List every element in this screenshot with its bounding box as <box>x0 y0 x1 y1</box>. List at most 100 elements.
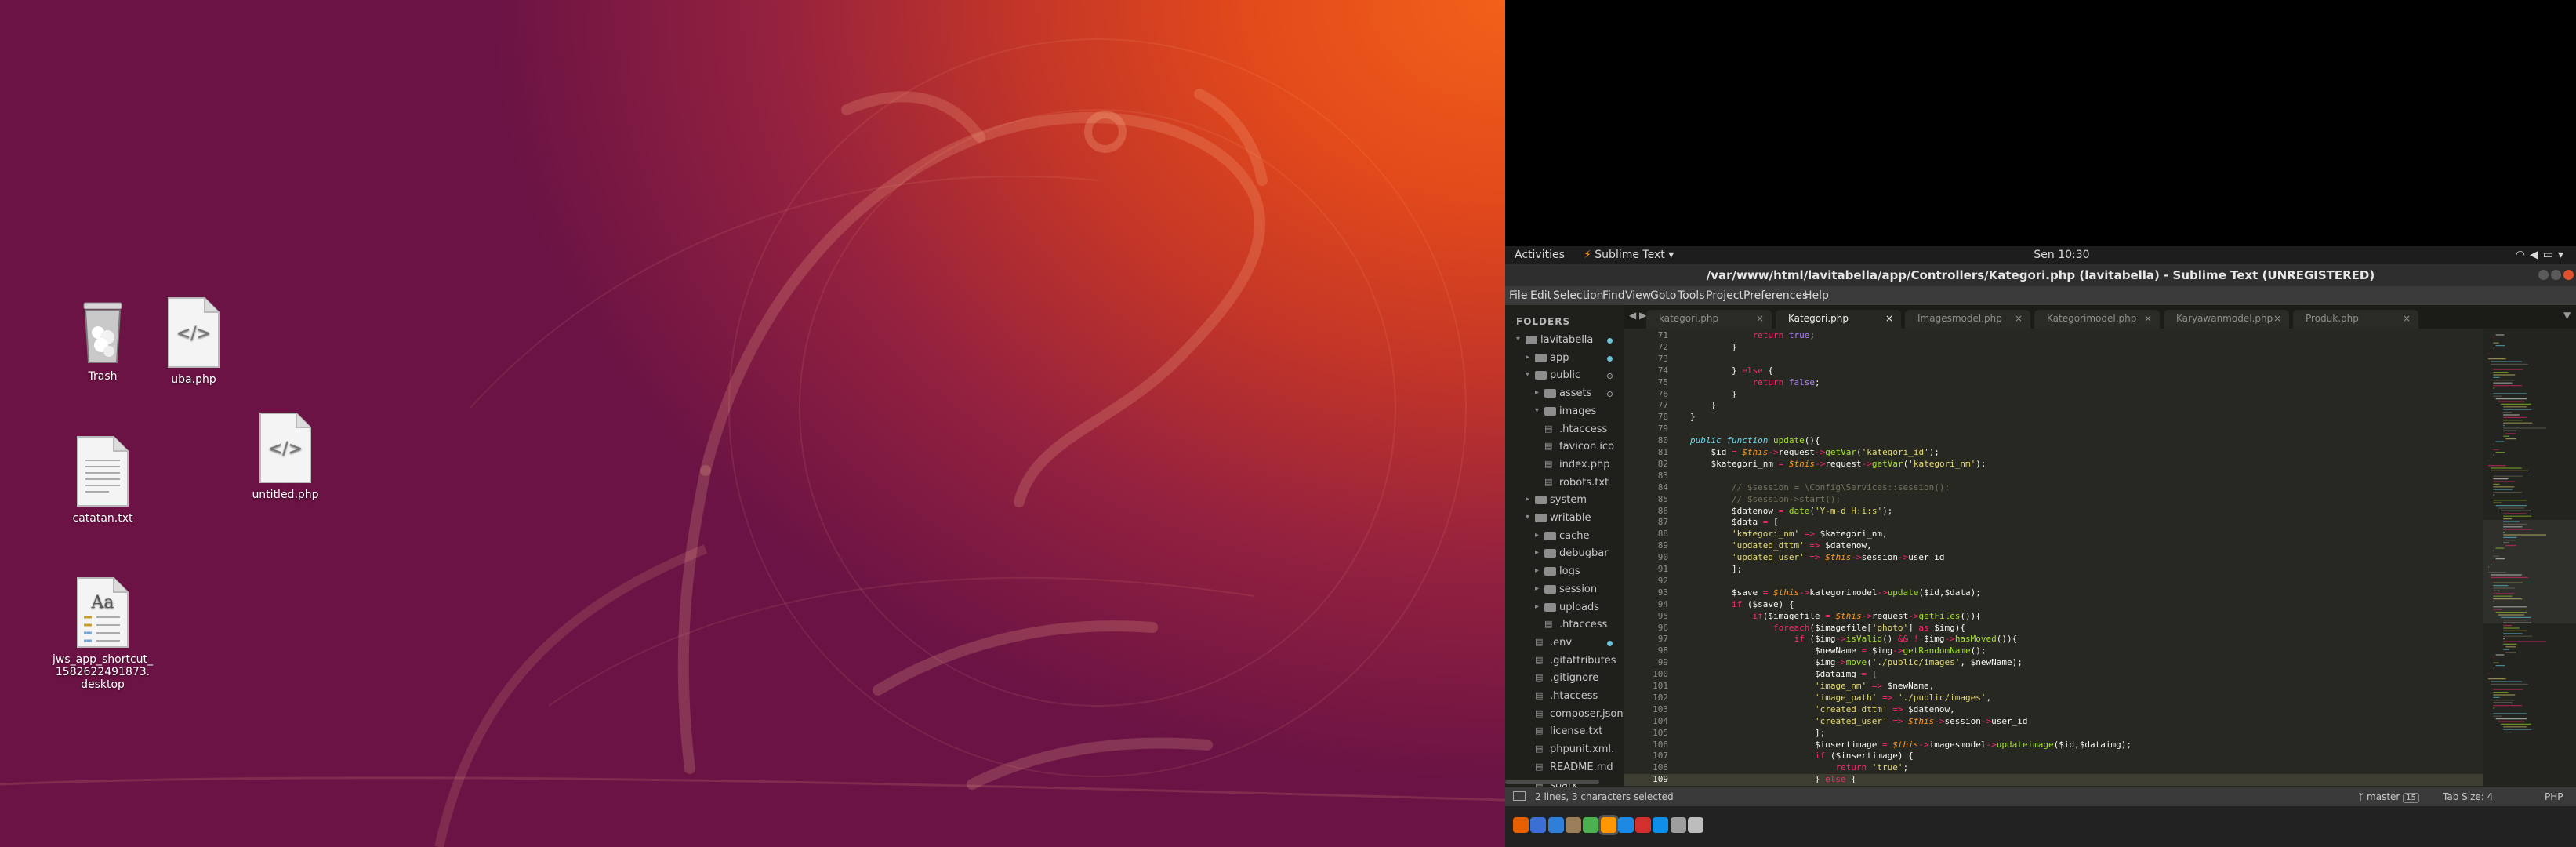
code-line[interactable]: // $session = \Config\Services::session(… <box>1690 482 1950 493</box>
sidebar-folder[interactable]: ▸ logs <box>1505 563 1624 580</box>
desktop-icon-uba-php[interactable]: </> uba.php <box>135 296 252 386</box>
code-line[interactable]: 'image_path' => './public/images', <box>1690 693 1991 703</box>
menu-file[interactable]: File <box>1509 289 1527 302</box>
sidebar-file[interactable]: ▤ README.md <box>1505 759 1624 776</box>
chevron-right-icon[interactable]: ▸ <box>1526 495 1529 503</box>
system-tray[interactable]: ◠◀▭▾ <box>2516 249 2568 261</box>
close-icon[interactable]: × <box>2403 313 2411 324</box>
close-icon[interactable]: × <box>1756 313 1764 324</box>
menu-selection[interactable]: Selection <box>1553 289 1604 302</box>
tab-file[interactable]: kategori.php × <box>1646 310 1772 329</box>
minimap[interactable] <box>2483 329 2576 787</box>
close-icon[interactable]: × <box>2015 313 2023 324</box>
code-line[interactable]: if ($img->isValid() && ! $img->hasMoved(… <box>1690 634 2017 644</box>
desktop-icon-untitled-php[interactable]: </> untitled.php <box>227 412 344 501</box>
code-line[interactable]: ]; <box>1690 728 1825 738</box>
code-line[interactable]: $newName = $img->getRandomName(); <box>1690 645 1986 656</box>
sidebar-file[interactable]: ▤ license.txt <box>1505 723 1624 740</box>
folder-icon[interactable] <box>1565 817 1581 833</box>
clock[interactable]: Sen 10:30 <box>2015 249 2109 261</box>
chevron-down-icon[interactable]: ▼ <box>2563 310 2571 321</box>
menu-goto[interactable]: Goto <box>1650 289 1676 302</box>
firefox-icon[interactable] <box>1513 817 1529 833</box>
code-line[interactable]: } <box>1690 342 1737 352</box>
app-menu-button[interactable]: ⚡ Sublime Text ▾ <box>1584 249 1674 261</box>
chevron-right-icon[interactable]: ▸ <box>1535 388 1539 397</box>
activities-button[interactable]: Activities <box>1515 249 1565 261</box>
sidebar-folder[interactable]: ▾ public <box>1505 367 1624 384</box>
minimize-button[interactable] <box>2538 270 2549 280</box>
sidebar-folder[interactable]: ▸ session <box>1505 581 1624 598</box>
menu-find[interactable]: Find <box>1602 289 1625 302</box>
sidebar-file[interactable]: ▤ phpunit.xml. <box>1505 741 1624 758</box>
chevron-down-icon[interactable]: ▾ <box>1535 406 1539 415</box>
chevron-right-icon[interactable]: ▸ <box>1535 602 1539 611</box>
sidebar-file[interactable]: ▤ composer.json <box>1505 706 1624 723</box>
close-button[interactable] <box>2563 270 2574 280</box>
code-line[interactable]: if ($save) { <box>1690 599 1794 609</box>
menu-edit[interactable]: Edit <box>1530 289 1551 302</box>
code-line[interactable]: } <box>1690 400 1716 410</box>
filezilla-icon[interactable] <box>1635 817 1652 833</box>
chevron-down-icon[interactable]: ▾ <box>1526 370 1529 379</box>
chevron-right-icon[interactable]: ▸ <box>1535 566 1539 575</box>
sidebar-file[interactable]: ▤ robots.txt <box>1505 474 1624 492</box>
code-line[interactable]: ]; <box>1690 564 1742 574</box>
window-titlebar[interactable]: /var/www/html/lavitabella/app/Controller… <box>1505 264 2576 286</box>
code-line[interactable]: $insertimage = $this->imagesmodel->updat… <box>1690 740 2132 750</box>
code-line[interactable]: $dataimg = [ <box>1690 669 1877 679</box>
close-icon[interactable]: × <box>1885 313 1893 324</box>
code-line[interactable]: $datenow = date('Y-m-d H:i:s'); <box>1690 506 1892 516</box>
sublime-text-icon[interactable] <box>1600 817 1616 833</box>
code-editor[interactable]: 71 return true; 72 } 73 74 } else {75 retur… <box>1624 329 2576 787</box>
sidebar-folder[interactable]: ▸ cache <box>1505 528 1624 545</box>
code-line[interactable]: } else { <box>1690 365 1773 376</box>
chevron-right-icon[interactable]: ▸ <box>1535 584 1539 593</box>
sidebar-folder[interactable]: ▸ uploads <box>1505 599 1624 616</box>
code-line[interactable]: 'created_user' => $this->session->user_i… <box>1690 716 2028 726</box>
code-line[interactable]: 'updated_dttm' => $datenow, <box>1690 540 1872 551</box>
sidebar-file[interactable]: ▤ .htaccess <box>1505 688 1624 705</box>
code-line[interactable]: } <box>1690 389 1737 399</box>
desktop-icon-catatan-txt[interactable]: catatan.txt <box>44 435 161 525</box>
code-line[interactable]: $id = $this->request->getVar('kategori_i… <box>1690 447 1939 457</box>
close-icon[interactable]: × <box>2144 313 2152 324</box>
code-line[interactable]: $data = [ <box>1690 517 1779 527</box>
code-line[interactable]: 'created_dttm' => $datenow, <box>1690 704 1955 714</box>
code-line[interactable]: 'kategori_nm' => $kategori_nm, <box>1690 529 1888 539</box>
code-line[interactable]: if($imagefile = $this->request->getFiles… <box>1690 611 1980 621</box>
chrome-icon[interactable] <box>1583 817 1599 833</box>
sidebar-folder[interactable]: ▸ debugbar <box>1505 545 1624 562</box>
chevron-right-icon[interactable]: ▸ <box>1535 548 1539 557</box>
code-line[interactable]: public function update(){ <box>1690 435 1820 445</box>
tab-file[interactable]: Kategori.php × <box>1776 310 1901 329</box>
tab-file[interactable]: Produk.php × <box>2293 310 2418 329</box>
tab-nav-arrows[interactable]: ◀ ▶ <box>1629 310 1646 321</box>
sidebar-file[interactable]: ▤ .env <box>1505 634 1624 652</box>
sidebar-file[interactable]: ▤ .htaccess <box>1505 616 1624 634</box>
code-line[interactable]: return 'true'; <box>1690 762 1908 772</box>
menu-help[interactable]: Help <box>1804 289 1829 302</box>
menu-preferences[interactable]: Preferences <box>1743 289 1808 302</box>
gamepad-icon[interactable] <box>1670 817 1686 833</box>
tab-file[interactable]: Imagesmodel.php × <box>1905 310 2030 329</box>
sidebar-folder[interactable]: ▸ assets <box>1505 385 1624 402</box>
code-line[interactable]: } else { <box>1690 774 1856 784</box>
sidebar-folder[interactable]: ▾ lavitabella <box>1505 332 1624 349</box>
code-line[interactable]: return false; <box>1690 377 1820 387</box>
chevron-down-icon[interactable]: ▾ <box>1516 335 1520 344</box>
git-status[interactable]: ᛘ master 15 <box>2358 791 2419 803</box>
chevron-down-icon[interactable]: ▾ <box>1526 513 1529 522</box>
panel-toggle-icon[interactable] <box>1513 791 1526 801</box>
tab-file[interactable]: Kategorimodel.php × <box>2034 310 2160 329</box>
code-line[interactable]: 'updated_user' => $this->session->user_i… <box>1690 552 1945 562</box>
teamviewer-icon[interactable] <box>1653 817 1669 833</box>
sidebar-file[interactable]: ▤ .htaccess <box>1505 421 1624 438</box>
code-line[interactable]: $kategori_nm = $this->request->getVar('k… <box>1690 459 1986 469</box>
sidebar-scrollbar[interactable] <box>1505 780 1599 784</box>
sidebar-file[interactable]: ▤ .gitignore <box>1505 670 1624 687</box>
chevron-right-icon[interactable]: ▸ <box>1535 531 1539 540</box>
chat-icon[interactable] <box>1530 817 1547 833</box>
code-line[interactable]: 'image_nm' => $newName, <box>1690 681 1934 691</box>
sidebar-file[interactable]: ▤ index.php <box>1505 456 1624 474</box>
